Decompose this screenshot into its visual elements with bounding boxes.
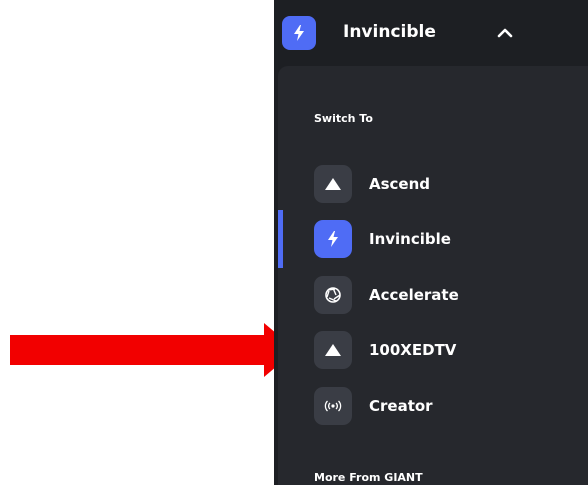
menu-item-label: Invincible [369, 230, 451, 248]
bolt-icon [314, 220, 352, 258]
menu-item-label: Accelerate [369, 286, 459, 304]
broadcast-icon [314, 387, 352, 425]
mountain-icon [314, 165, 352, 203]
menu-item-label: Creator [369, 397, 433, 415]
workspace-header[interactable]: Invincible [274, 0, 588, 66]
chevron-up-icon[interactable] [496, 24, 514, 42]
mountain-icon [314, 331, 352, 369]
aperture-icon [314, 276, 352, 314]
switcher-menu: Switch To Ascend Invincible Accelerate 1… [278, 66, 588, 485]
bolt-icon [282, 16, 316, 50]
menu-item-accelerate[interactable]: Accelerate [278, 272, 588, 318]
active-indicator [278, 210, 283, 268]
menu-item-invincible[interactable]: Invincible [278, 210, 588, 268]
menu-item-100xedtv[interactable]: 100XEDTV [278, 327, 588, 373]
menu-item-ascend[interactable]: Ascend [278, 161, 588, 207]
workspace-title: Invincible [343, 22, 436, 42]
menu-item-creator[interactable]: Creator [278, 383, 588, 429]
more-from-giant-heading: More From GIANT [314, 471, 423, 484]
menu-item-label: 100XEDTV [369, 341, 457, 359]
workspace-switcher-panel: Invincible Switch To Ascend Invincible A… [274, 0, 588, 485]
menu-item-label: Ascend [369, 175, 431, 193]
switch-to-heading: Switch To [314, 112, 373, 125]
